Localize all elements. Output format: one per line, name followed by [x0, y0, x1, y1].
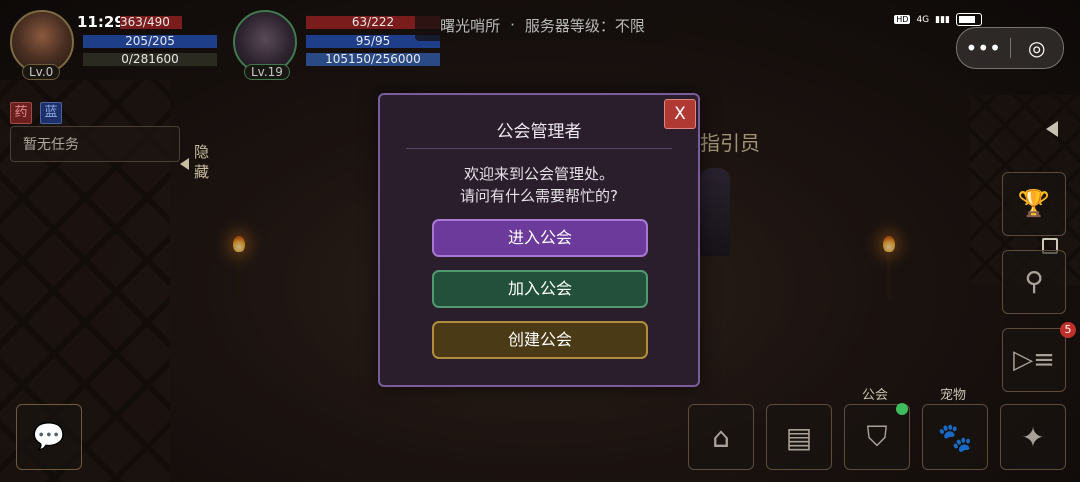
star-compass-icon: ✦	[1021, 420, 1045, 454]
guild-shield-icon: ⛉	[866, 420, 888, 453]
network-label: 4G	[916, 14, 930, 25]
battery-icon	[956, 13, 982, 26]
hd-icon: HD	[894, 15, 911, 24]
enter-guild-button[interactable]: 进入公会	[432, 219, 648, 257]
paw-icon: 🐾	[937, 420, 973, 454]
player-level: Lv.0	[22, 64, 61, 80]
map-pin-icon: ⚲	[1024, 267, 1044, 297]
join-guild-button[interactable]: 加入公会	[432, 270, 648, 308]
create-guild-button[interactable]: 创建公会	[432, 321, 648, 359]
book-button[interactable]: ▤	[766, 404, 832, 470]
collapse-right-icon[interactable]	[1046, 121, 1058, 137]
quest-tracker[interactable]: 暂无任务	[10, 126, 180, 162]
pet-button[interactable]: 🐾	[922, 404, 988, 470]
bag-button[interactable]: ⌂	[688, 404, 754, 470]
bag-icon: ⌂	[712, 420, 730, 454]
pet-exp-bar: 105150/256000	[306, 53, 440, 66]
pet-label: 宠物	[940, 388, 967, 403]
server-level: 服务器等级：不限	[524, 16, 645, 35]
trophy-icon: 🏆	[1017, 189, 1051, 219]
notification-badge: 5	[1060, 322, 1076, 338]
dialog-divider	[406, 148, 672, 149]
map-pin-button[interactable]: ⚲	[1002, 250, 1066, 314]
server-info: 曙光哨所 · 服务器等级：不限	[415, 9, 670, 41]
dialog-message-line1: 欢迎来到公会管理处。	[463, 165, 614, 183]
mana-tag[interactable]: 蓝	[40, 102, 62, 124]
skills-button[interactable]: ✦	[1000, 404, 1066, 470]
pet-level: Lv.19	[244, 64, 290, 80]
potion-tag[interactable]: 药	[10, 102, 32, 124]
book-icon: ▤	[785, 420, 813, 454]
more-menu-icon[interactable]: •••	[957, 36, 1010, 60]
server-location: 曙光哨所	[440, 16, 501, 35]
device-status: HD 4G ▮▮▮	[894, 13, 982, 26]
chat-button[interactable]: 💬	[16, 404, 82, 470]
player-exp-bar: 0/281600	[83, 53, 217, 66]
clock: 11:29	[77, 13, 125, 31]
quest-list-button[interactable]: ▷≡	[1002, 328, 1066, 392]
dialog-message-line2: 请问有什么需要帮忙的?	[460, 187, 618, 205]
chat-icon: 💬	[32, 422, 66, 452]
guild-manager-dialog: X 公会管理者 欢迎来到公会管理处。 请问有什么需要帮忙的? 进入公会 加入公会…	[378, 93, 700, 387]
guild-online-dot	[896, 403, 908, 415]
miniprogram-capsule: ••• ◎	[956, 27, 1064, 69]
play-list-icon: ▷≡	[1013, 345, 1055, 375]
trophy-button[interactable]: 🏆	[1002, 172, 1066, 236]
player-hp-bar: 363/490	[120, 16, 182, 29]
guild-label: 公会	[862, 388, 889, 403]
server-separator: ·	[510, 16, 515, 34]
signal-icon: ▮▮▮	[935, 14, 950, 25]
dialog-title: 公会管理者	[496, 122, 582, 142]
hide-toggle[interactable]: 隐藏	[194, 142, 210, 182]
player-mp-bar: 205/205	[83, 35, 217, 48]
exit-target-icon[interactable]: ◎	[1011, 36, 1064, 60]
collapse-arrow-icon[interactable]	[180, 158, 189, 170]
